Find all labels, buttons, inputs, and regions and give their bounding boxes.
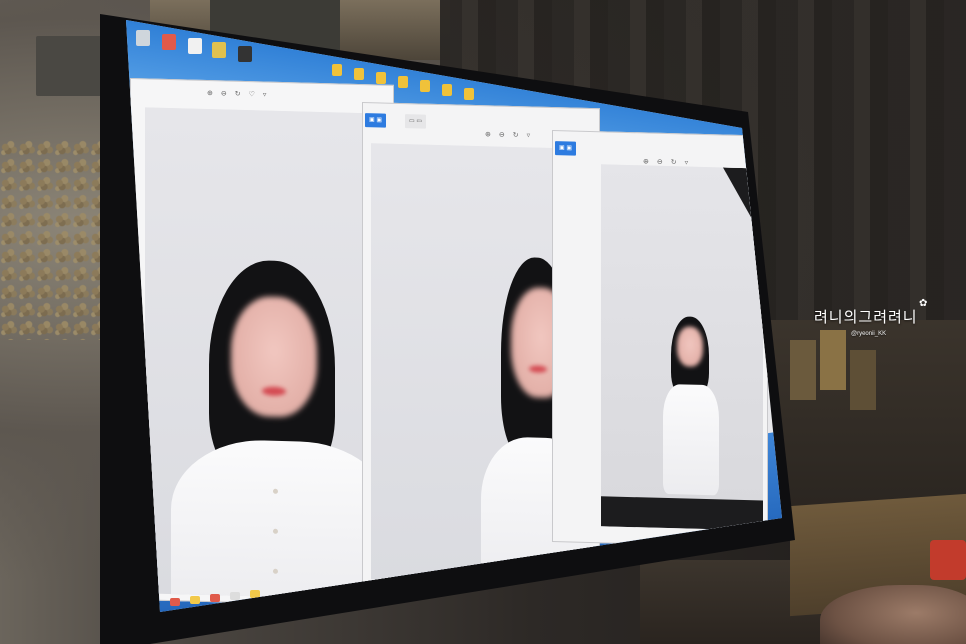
zoom-in-icon[interactable]: ⊕ — [485, 130, 491, 138]
rotate-icon[interactable]: ↻ — [671, 158, 677, 166]
desktop-icon[interactable] — [188, 38, 202, 54]
blurred-face — [677, 326, 703, 367]
desktop-icon[interactable] — [162, 34, 176, 50]
flower-icon: ✿ — [919, 298, 928, 309]
blurred-face — [231, 295, 317, 418]
folder-icon[interactable] — [354, 68, 364, 80]
trash-icon[interactable]: ▿ — [527, 131, 531, 139]
tab-active[interactable]: ▣ ▣ — [365, 113, 387, 128]
lips — [529, 365, 547, 373]
blouse-button — [273, 568, 278, 574]
tab-inactive[interactable]: ▭ ▭ — [405, 114, 427, 129]
blouse-button — [273, 488, 278, 494]
folder-icon[interactable] — [376, 72, 386, 84]
viewer-window-1[interactable]: ⊕ ⊖ ↻ ♡ ▿ — [130, 78, 394, 607]
photo-scene: ⊕ ⊖ ↻ ♡ ▿ ▣ ▣ ▭ ▭ ⊕ ⊖ ↻ ▿ ▣ ▣ ⊕ ⊖ ↻ ▿ 려니… — [0, 0, 966, 644]
taskbar-icon[interactable] — [230, 592, 240, 600]
taskbar-icon[interactable] — [190, 596, 200, 604]
taskbar-icon[interactable] — [170, 598, 180, 606]
zoom-out-icon[interactable]: ⊖ — [657, 158, 663, 166]
blouse-button — [273, 528, 278, 534]
zoom-out-icon[interactable]: ⊖ — [221, 89, 227, 97]
viewer-window-3[interactable]: ▣ ▣ ⊕ ⊖ ↻ ▿ — [552, 130, 768, 548]
rotate-icon[interactable]: ↻ — [235, 90, 241, 98]
folder-icon[interactable] — [332, 64, 342, 76]
zoom-in-icon[interactable]: ⊕ — [643, 157, 649, 165]
watermark-handle: @ryeonii_KK — [851, 331, 887, 337]
desktop-icon[interactable] — [136, 30, 150, 46]
watermark-title: 려니의그려려니 — [814, 309, 918, 326]
rotate-icon[interactable]: ↻ — [513, 131, 519, 139]
white-blouse — [171, 438, 391, 600]
folder-icon[interactable] — [420, 80, 430, 92]
viewer-toolbar: ⊕ ⊖ ↻ ▿ — [485, 130, 530, 139]
portrait-photo — [145, 107, 391, 600]
trash-icon[interactable]: ▿ — [263, 90, 267, 98]
taskbar-icon[interactable] — [210, 594, 220, 602]
taskbar-icon[interactable] — [250, 590, 260, 598]
folder-icon[interactable] — [464, 88, 474, 100]
heart-icon[interactable]: ♡ — [249, 90, 255, 98]
viewer-toolbar: ⊕ ⊖ ↻ ♡ ▿ — [207, 89, 266, 99]
folder-icon[interactable] — [398, 76, 408, 88]
folder-icon[interactable] — [442, 84, 452, 96]
zoom-in-icon[interactable]: ⊕ — [207, 89, 213, 97]
white-blouse — [663, 383, 719, 496]
desktop-icon[interactable] — [212, 42, 226, 58]
trash-icon[interactable]: ▿ — [685, 158, 689, 166]
zoom-out-icon[interactable]: ⊖ — [499, 131, 505, 139]
desktop-icon[interactable] — [238, 46, 252, 62]
tab-active[interactable]: ▣ ▣ — [555, 141, 577, 156]
full-body-photo — [601, 164, 763, 531]
